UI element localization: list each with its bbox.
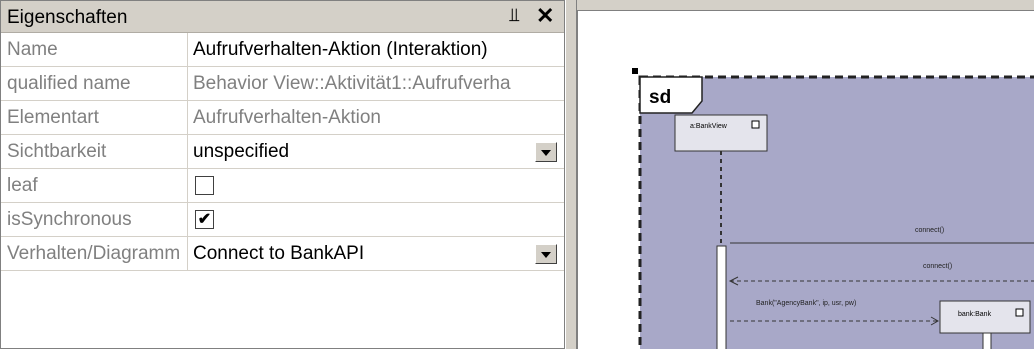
is-synchronous-checkbox[interactable]: ✔ <box>195 210 214 229</box>
dropdown-arrow-icon[interactable] <box>535 244 557 264</box>
lifeline-label: a:BankView <box>690 123 728 130</box>
lifeline-label: bank:Bank <box>958 311 992 318</box>
lifeline-icon <box>751 120 760 129</box>
name-field[interactable]: Aufrufverhalten-Aktion (Interaktion) <box>193 39 557 61</box>
activation-bar <box>982 332 992 349</box>
panel-title: Eigenschaften <box>7 7 128 28</box>
panel-splitter[interactable] <box>565 0 577 349</box>
column-separator <box>187 237 188 271</box>
qualified-name-value: Behavior View::Aktivität1::Aufrufverha <box>193 73 511 94</box>
property-row-visibility[interactable]: Sichtbarkeit unspecified <box>1 135 564 169</box>
column-separator <box>187 169 188 203</box>
message-label: connect() <box>915 227 944 234</box>
message-label: Bank("AgencyBank", ip, usr, pw) <box>756 300 856 307</box>
property-row-leaf[interactable]: leaf <box>1 169 564 203</box>
message-label: connect() <box>923 263 952 270</box>
property-label: Name <box>7 39 58 60</box>
column-separator <box>187 67 188 101</box>
property-label: Elementart <box>7 107 99 128</box>
properties-panel: Eigenschaften ⫫ ✕ Name Aufrufverhalten-A… <box>0 0 565 349</box>
property-row-qualified-name[interactable]: qualified name Behavior View::Aktivität1… <box>1 67 564 101</box>
dropdown-arrow-icon[interactable] <box>535 142 557 162</box>
property-row-element-kind[interactable]: Elementart Aufrufverhalten-Aktion <box>1 101 564 135</box>
pin-icon[interactable]: ⫫ <box>509 5 520 27</box>
selection-handle[interactable] <box>632 68 638 74</box>
behavior-diagram-select[interactable]: Connect to BankAPI <box>193 243 557 265</box>
column-separator <box>187 33 188 67</box>
property-row-name[interactable]: Name Aufrufverhalten-Aktion (Interaktion… <box>1 33 564 67</box>
diagram-canvas[interactable]: sd a:BankView connect() connect() Bank("… <box>577 10 1034 349</box>
column-separator <box>187 135 188 169</box>
property-row-behavior-diagram[interactable]: Verhalten/Diagramm Connect to BankAPI <box>1 237 564 271</box>
frame-label: sd <box>649 87 671 108</box>
property-label: leaf <box>7 175 38 196</box>
close-icon[interactable]: ✕ <box>536 3 554 29</box>
property-label: Sichtbarkeit <box>7 141 107 162</box>
property-label: Verhalten/Diagramm <box>7 243 181 264</box>
property-label: isSynchronous <box>7 209 132 230</box>
property-row-is-synchronous[interactable]: isSynchronous ✔ <box>1 203 564 237</box>
visibility-select[interactable]: unspecified <box>193 141 557 163</box>
element-kind-value: Aufrufverhalten-Aktion <box>193 107 381 128</box>
activation-bar <box>716 245 727 349</box>
property-grid: Name Aufrufverhalten-Aktion (Interaktion… <box>1 33 564 271</box>
lifeline-head-bankview[interactable] <box>674 114 768 152</box>
column-separator <box>187 203 188 237</box>
property-label: qualified name <box>7 73 131 94</box>
leaf-checkbox[interactable] <box>195 176 214 195</box>
panel-titlebar: Eigenschaften ⫫ ✕ <box>1 1 564 33</box>
column-separator <box>187 101 188 135</box>
sequence-diagram: sd a:BankView connect() connect() Bank("… <box>632 68 1034 349</box>
lifeline-icon <box>1015 308 1024 317</box>
